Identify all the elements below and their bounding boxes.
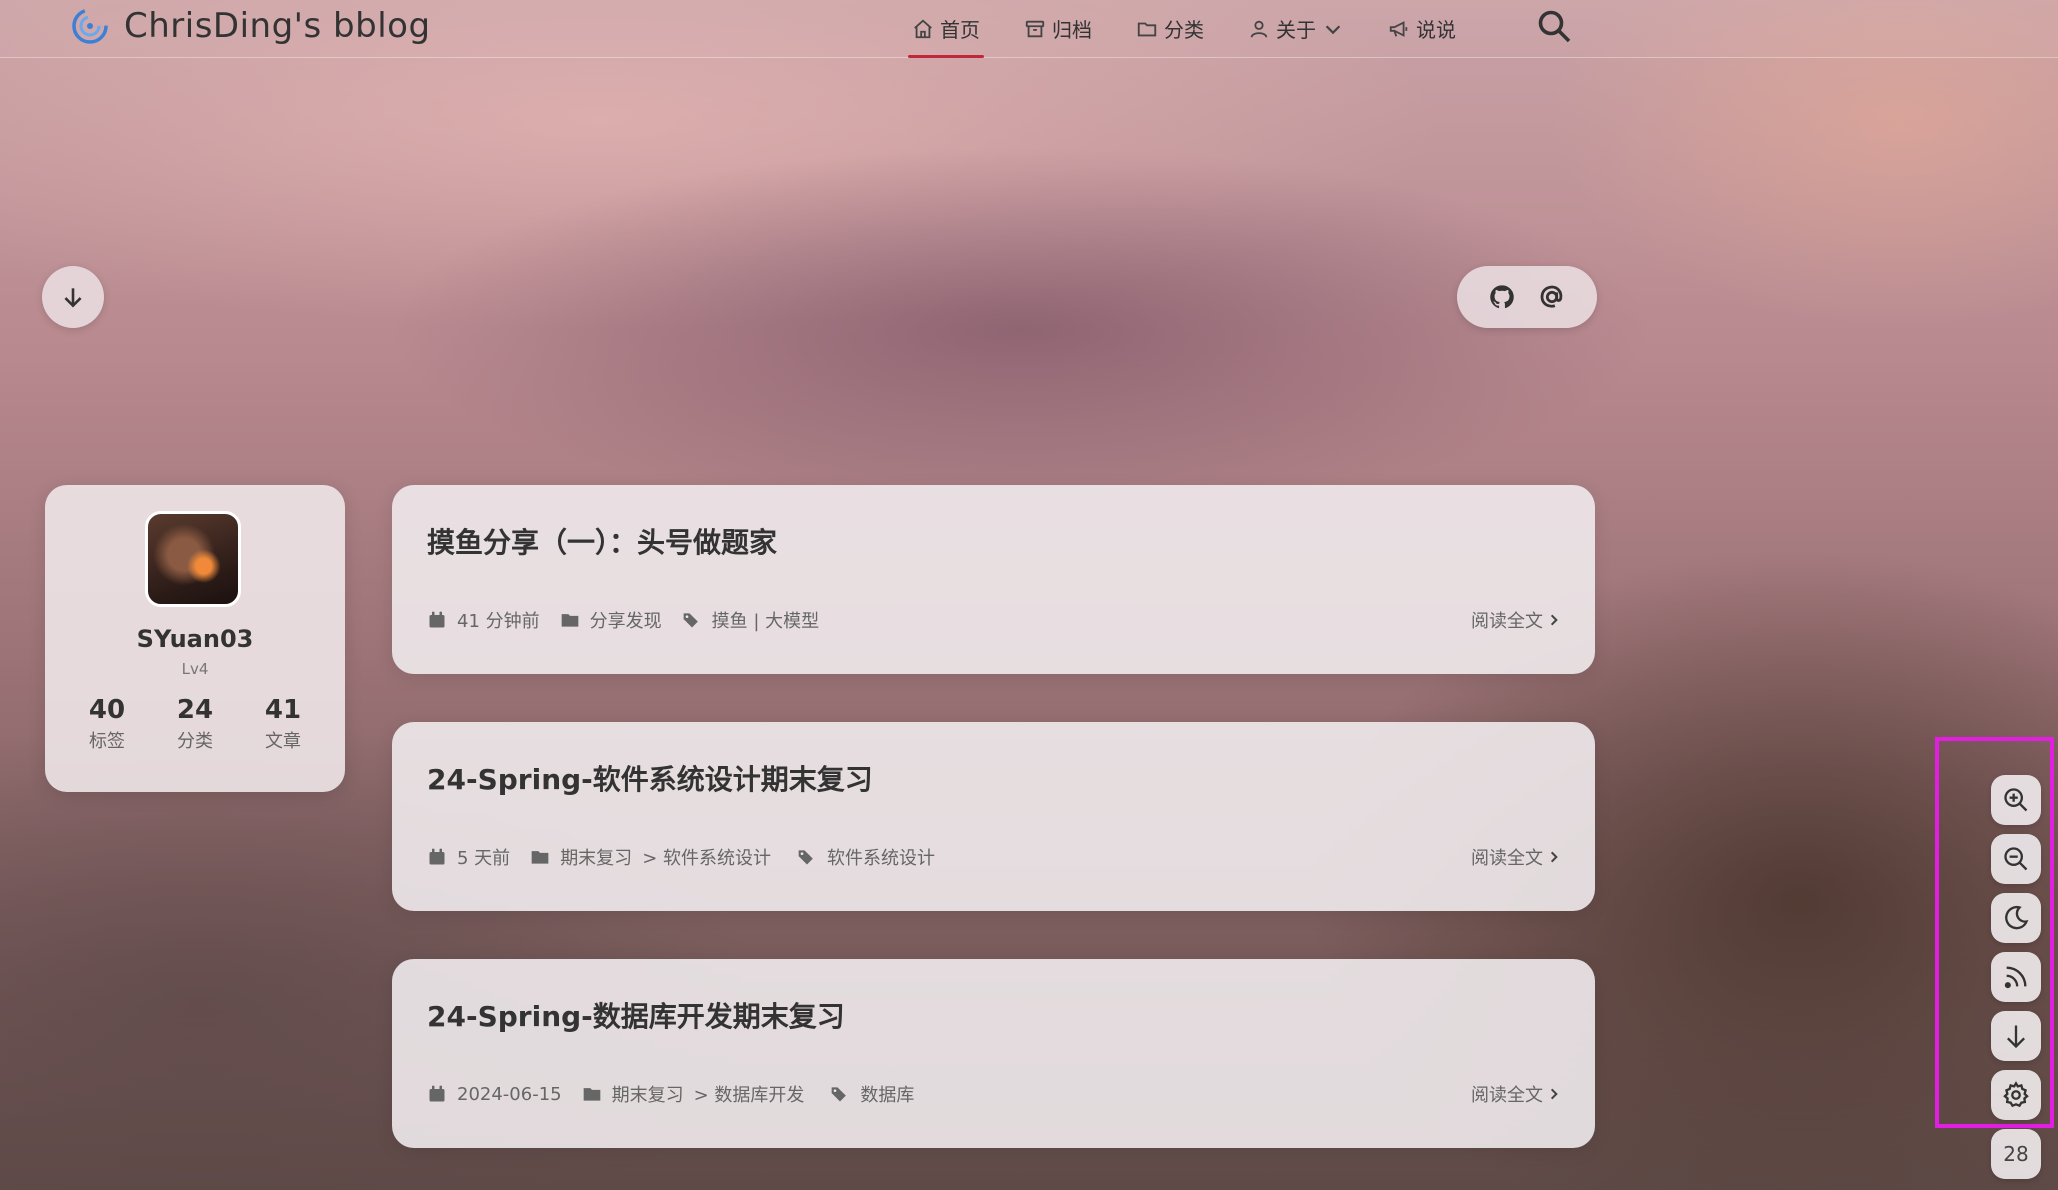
nav-label: 首页 [940, 18, 980, 42]
megaphone-icon [1389, 20, 1408, 37]
nav-home[interactable]: 首页 [908, 0, 984, 58]
post-subcategory[interactable]: > 数据库开发 [694, 1081, 805, 1107]
scroll-down-button[interactable] [42, 266, 104, 328]
tags-icon [683, 613, 698, 628]
profile-level: Lv4 [181, 660, 209, 678]
chevron-down-icon [1325, 24, 1341, 34]
nav-categories[interactable]: 分类 [1136, 0, 1204, 57]
moon-icon [2005, 905, 2029, 930]
profile-card: SYuan03 Lv4 40 标签 24 分类 41 文章 [45, 485, 345, 792]
profile-stats: 40 标签 24 分类 41 文章 [67, 695, 323, 753]
chevron-right-icon [1550, 614, 1558, 626]
post-tags[interactable]: 数据库 [860, 1081, 914, 1107]
rss-icon [2004, 966, 2027, 989]
folder-icon [531, 851, 549, 864]
avatar[interactable] [145, 511, 241, 607]
stat-number: 40 [88, 695, 126, 725]
read-more-link[interactable]: 阅读全文 [1471, 607, 1561, 633]
read-more-link[interactable]: 阅读全文 [1471, 1081, 1561, 1107]
brand[interactable]: ChrisDing's bblog [70, 6, 431, 46]
folder-icon [1137, 22, 1157, 36]
github-icon[interactable] [1488, 283, 1516, 311]
stat-categories[interactable]: 24 分类 [155, 695, 235, 753]
settings-button[interactable] [1991, 1070, 2041, 1120]
stat-label: 分类 [177, 731, 213, 752]
profile-name: SYuan03 [136, 625, 254, 653]
nav-talks[interactable]: 说说 [1388, 0, 1456, 57]
rss-button[interactable] [1991, 952, 2041, 1002]
stat-articles[interactable]: 41 文章 [243, 695, 323, 753]
nav-label: 归档 [1052, 18, 1092, 42]
gear-icon [2003, 1081, 2029, 1108]
site-header: ChrisDing's bblog 首页 归档 分类 关于 说说 [0, 0, 2058, 58]
post-subcategory[interactable]: > 软件系统设计 [642, 844, 771, 870]
tags-icon [832, 1087, 847, 1102]
folder-icon [583, 1088, 600, 1101]
stat-number: 24 [176, 695, 214, 725]
folder-icon [561, 614, 578, 627]
archive-icon [1025, 20, 1045, 37]
post-date: 2024-06-15 [457, 1083, 562, 1105]
post-meta: 5 天前 期末复习 > 软件系统设计 软件系统设计 [427, 844, 955, 870]
arrow-down-icon [64, 288, 82, 308]
chevron-right-icon [1550, 1088, 1558, 1100]
reading-progress[interactable]: 28 [1991, 1129, 2041, 1179]
stat-label: 标签 [89, 731, 125, 752]
post-category[interactable]: 期末复习 [612, 1081, 684, 1107]
social-links [1457, 266, 1597, 328]
read-more-label: 阅读全文 [1471, 848, 1543, 869]
post-title[interactable]: 24-Spring-数据库开发期末复习 [427, 995, 845, 1035]
main-nav: 首页 归档 分类 关于 说说 [908, 0, 1456, 58]
post-category[interactable]: 期末复习 [560, 844, 632, 870]
nav-label: 分类 [1164, 18, 1204, 42]
nav-label: 关于 [1276, 18, 1316, 42]
zoom-out-icon [2004, 847, 2028, 871]
stat-tags[interactable]: 40 标签 [67, 695, 147, 753]
email-at-icon[interactable] [1538, 283, 1566, 311]
calendar-icon [429, 611, 445, 628]
zoom-in-button[interactable] [1991, 775, 2041, 825]
home-icon [914, 19, 932, 38]
post-card: 24-Spring-软件系统设计期末复习 5 天前 期末复习 > 软件系统设计 … [392, 722, 1595, 911]
nav-archive[interactable]: 归档 [1024, 0, 1092, 57]
search-icon[interactable] [1536, 8, 1572, 44]
post-tags[interactable]: 摸鱼 | 大模型 [712, 607, 820, 633]
logo-icon [72, 8, 108, 44]
read-more-label: 阅读全文 [1471, 611, 1543, 632]
post-category[interactable]: 分享发现 [590, 607, 662, 633]
tags-icon [798, 850, 813, 865]
read-more-link[interactable]: 阅读全文 [1471, 844, 1561, 870]
post-date: 41 分钟前 [457, 611, 540, 632]
post-title[interactable]: 24-Spring-软件系统设计期末复习 [427, 758, 873, 798]
zoom-in-icon [2004, 788, 2028, 812]
dark-mode-button[interactable] [1991, 893, 2041, 943]
post-meta: 2024-06-15 期末复习 > 数据库开发 数据库 [427, 1081, 934, 1107]
zoom-out-button[interactable] [1991, 834, 2041, 884]
arrow-down-icon [2007, 1025, 2025, 1049]
calendar-icon [429, 848, 445, 865]
scroll-bottom-button[interactable] [1991, 1011, 2041, 1061]
post-meta: 41 分钟前 分享发现 摸鱼 | 大模型 [427, 607, 839, 633]
calendar-icon [429, 1085, 445, 1102]
chevron-right-icon [1550, 851, 1558, 863]
read-more-label: 阅读全文 [1471, 1085, 1543, 1106]
nav-label: 说说 [1416, 18, 1456, 42]
stat-label: 文章 [265, 731, 301, 752]
post-card: 24-Spring-数据库开发期末复习 2024-06-15 期末复习 > 数据… [392, 959, 1595, 1148]
post-title[interactable]: 摸鱼分享（一）：头号做题家 [427, 521, 777, 561]
post-tags[interactable]: 软件系统设计 [827, 844, 935, 870]
stat-number: 41 [264, 695, 302, 725]
site-title: ChrisDing's bblog [124, 6, 431, 46]
user-icon [1250, 20, 1268, 38]
nav-about[interactable]: 关于 [1248, 0, 1344, 57]
post-date: 5 天前 [457, 848, 511, 869]
post-card: 摸鱼分享（一）：头号做题家 41 分钟前 分享发现 摸鱼 | 大模型 阅读全文 [392, 485, 1595, 674]
